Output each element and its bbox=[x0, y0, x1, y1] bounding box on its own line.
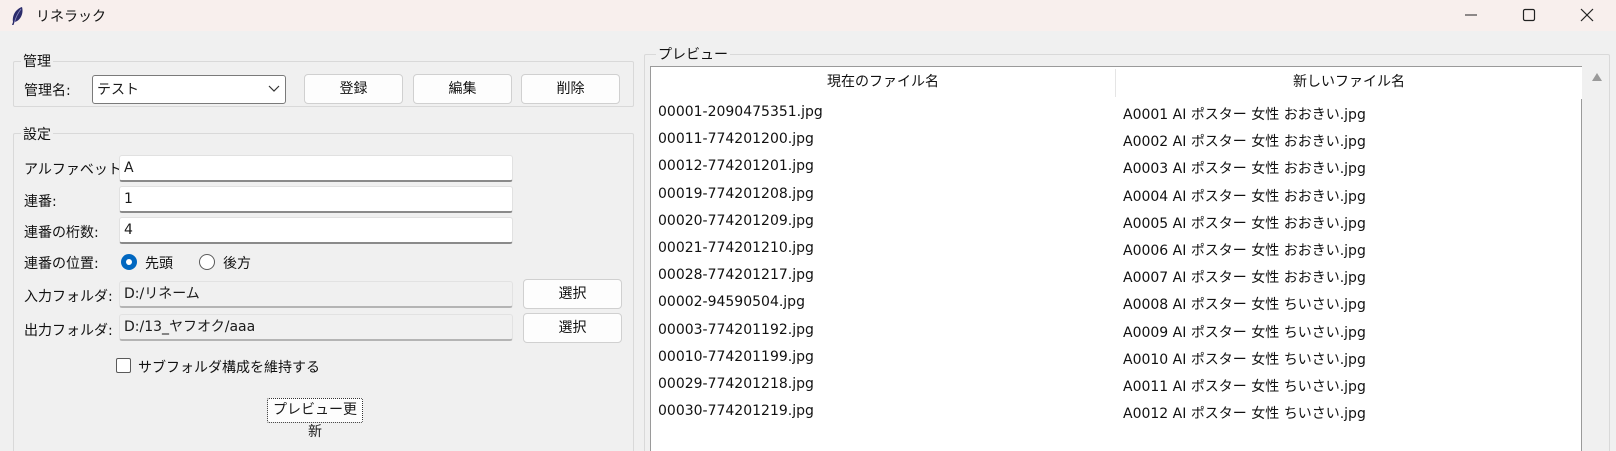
keep-structure-checkbox[interactable] bbox=[116, 358, 131, 373]
table-row[interactable]: 00020-774201209.jpg A0005 AI ポスター 女性 おおきい… bbox=[651, 210, 1581, 237]
register-button[interactable]: 登録 bbox=[304, 74, 403, 104]
table-row[interactable]: 00011-774201200.jpg A0002 AI ポスター 女性 おおきい… bbox=[651, 128, 1581, 155]
maximize-button[interactable] bbox=[1500, 0, 1558, 31]
cell-current-name: 00010-774201199.jpg bbox=[658, 348, 814, 365]
digits-label: 連番の桁数: bbox=[24, 225, 99, 241]
cell-new-name: A0011 AI ポスター 女性 ちいさい.jpg bbox=[1123, 379, 1366, 395]
manage-name-combobox[interactable]: テスト bbox=[92, 75, 286, 104]
cell-new-name: A0012 AI ポスター 女性 ちいさい.jpg bbox=[1123, 406, 1366, 423]
alphabet-input[interactable]: A bbox=[119, 155, 513, 182]
column-header-new[interactable]: 新しいファイル名 bbox=[1116, 67, 1582, 99]
close-icon bbox=[1580, 8, 1594, 22]
cell-new-name: A0002 AI ポスター 女性 おおきい.jpg bbox=[1123, 134, 1366, 151]
table-row[interactable]: 00019-774201208.jpg A0004 AI ポスター 女性 おおきい… bbox=[651, 183, 1581, 210]
cell-current-name: 00021-774201210.jpg bbox=[658, 240, 814, 256]
cell-current-name: 00028-774201217.jpg bbox=[658, 267, 814, 284]
cell-new-name: A0009 AI ポスター 女性 ちいさい.jpg bbox=[1123, 324, 1366, 341]
table-row[interactable]: 00010-774201199.jpg A0010 AI ポスター 女性 ちいさい… bbox=[651, 346, 1581, 373]
minimize-button[interactable] bbox=[1442, 0, 1500, 31]
table-row[interactable]: 00002-94590504.jpg A0008 AI ポスター 女性 ちいさい.… bbox=[651, 291, 1581, 318]
cell-new-name: A0006 AI ポスター 女性 おおきい.jpg bbox=[1123, 243, 1366, 259]
cell-current-name: 00001-2090475351.jpg bbox=[658, 104, 823, 120]
position-radio-tail[interactable] bbox=[199, 254, 215, 270]
position-radio-head[interactable] bbox=[121, 254, 137, 270]
manage-name-label: 管理名: bbox=[24, 83, 71, 99]
cell-current-name: 00030-774201219.jpg bbox=[658, 403, 814, 420]
column-header-current[interactable]: 現在のファイル名 bbox=[651, 67, 1115, 99]
cell-current-name: 00011-774201200.jpg bbox=[658, 131, 814, 148]
chevron-down-icon bbox=[268, 85, 280, 92]
feather-icon bbox=[12, 7, 23, 25]
window-title: リネラック bbox=[36, 9, 106, 25]
manage-group-label: 管理 bbox=[21, 51, 53, 71]
position-label: 連番の位置: bbox=[24, 256, 99, 272]
preview-table[interactable]: 現在のファイル名 新しいファイル名 00001-2090475351.jpg A0… bbox=[650, 66, 1582, 451]
table-row[interactable]: 00021-774201210.jpg A0006 AI ポスター 女性 おおきい… bbox=[651, 237, 1581, 264]
table-row[interactable]: 00003-774201192.jpg A0009 AI ポスター 女性 ちいさい… bbox=[651, 319, 1581, 346]
close-button[interactable] bbox=[1558, 0, 1616, 31]
settings-group-label: 設定 bbox=[21, 124, 53, 144]
cell-current-name: 00002-94590504.jpg bbox=[658, 294, 805, 311]
cell-current-name: 00019-774201208.jpg bbox=[658, 185, 814, 202]
cell-new-name: A0004 AI ポスター 女性 おおきい.jpg bbox=[1123, 188, 1366, 205]
table-row[interactable]: 00030-774201219.jpg A0012 AI ポスター 女性 ちいさい… bbox=[651, 400, 1581, 427]
position-option-head[interactable]: 先頭 bbox=[145, 253, 173, 273]
cell-new-name: A0003 AI ポスター 女性 おおきい.jpg bbox=[1123, 161, 1366, 178]
table-row[interactable]: 00029-774201218.jpg A0011 AI ポスター 女性 ちいさい… bbox=[651, 373, 1581, 400]
edit-button[interactable]: 編集 bbox=[413, 74, 512, 104]
input-folder-field[interactable]: D:/リネーム bbox=[119, 281, 513, 308]
cell-current-name: 00029-774201218.jpg bbox=[658, 376, 814, 392]
table-row[interactable]: 00028-774201217.jpg A0007 AI ポスター 女性 おおきい… bbox=[651, 264, 1581, 291]
cell-new-name: A0005 AI ポスター 女性 おおきい.jpg bbox=[1123, 215, 1366, 232]
cell-new-name: A0007 AI ポスター 女性 おおきい.jpg bbox=[1123, 270, 1366, 287]
cell-current-name: 00003-774201192.jpg bbox=[658, 321, 814, 338]
serial-input[interactable]: 1 bbox=[119, 186, 513, 213]
output-folder-label: 出力フォルダ: bbox=[24, 323, 113, 339]
preview-update-button[interactable]: プレビュー更新 bbox=[267, 398, 363, 440]
cell-new-name: A0008 AI ポスター 女性 ちいさい.jpg bbox=[1123, 297, 1366, 314]
digits-input[interactable]: 4 bbox=[119, 217, 513, 244]
input-folder-label: 入力フォルダ: bbox=[24, 289, 113, 305]
cell-current-name: 00020-774201209.jpg bbox=[658, 212, 814, 229]
maximize-icon bbox=[1522, 8, 1536, 22]
table-row[interactable]: 00012-774201201.jpg A0003 AI ポスター 女性 おおきい… bbox=[651, 155, 1581, 182]
position-option-tail[interactable]: 後方 bbox=[223, 253, 251, 273]
preview-group-label: プレビュー bbox=[656, 44, 730, 64]
table-row[interactable]: 00001-2090475351.jpg A0001 AI ポスター 女性 おおき… bbox=[651, 101, 1581, 128]
keep-structure-label[interactable]: サブフォルダ構成を維持する bbox=[138, 357, 320, 377]
title-bar: リネラック bbox=[0, 0, 1616, 31]
input-folder-select-button[interactable]: 選択 bbox=[523, 279, 622, 309]
cell-new-name: A0010 AI ポスター 女性 ちいさい.jpg bbox=[1123, 351, 1366, 368]
scroll-up-icon[interactable] bbox=[1591, 72, 1603, 82]
cell-new-name: A0001 AI ポスター 女性 おおきい.jpg bbox=[1123, 107, 1366, 123]
delete-button[interactable]: 削除 bbox=[521, 74, 620, 104]
alphabet-label: アルファベット: bbox=[24, 162, 127, 178]
cell-current-name: 00012-774201201.jpg bbox=[658, 158, 814, 175]
minimize-icon bbox=[1465, 14, 1477, 16]
output-folder-field[interactable]: D:/13_ヤフオク/aaa bbox=[119, 314, 513, 341]
manage-name-value: テスト bbox=[97, 82, 139, 98]
output-folder-select-button[interactable]: 選択 bbox=[523, 313, 622, 343]
serial-label: 連番: bbox=[24, 194, 57, 210]
